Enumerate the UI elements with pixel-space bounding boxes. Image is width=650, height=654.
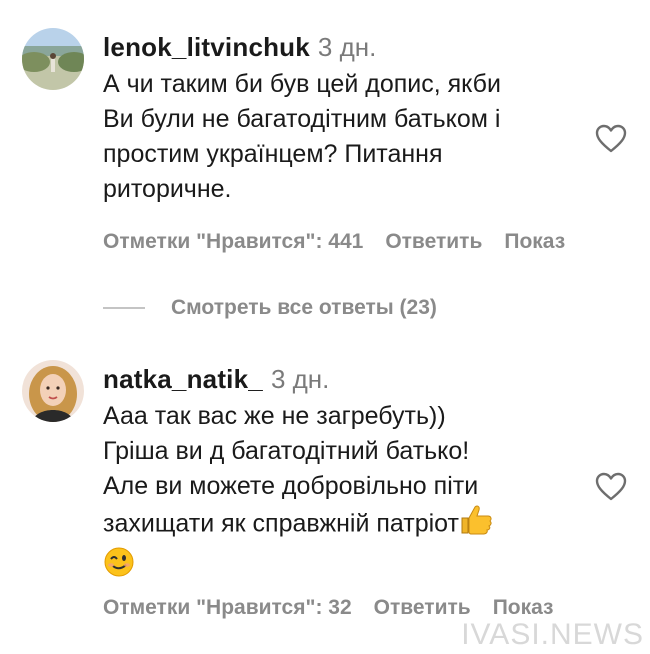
reply-button[interactable]: Ответить (374, 596, 471, 619)
likes-count[interactable]: Отметки "Нравится": 32 (103, 596, 352, 619)
avatar[interactable] (22, 360, 84, 422)
avatar[interactable] (22, 28, 84, 90)
comment-line: Але ви можете добровільно піти (103, 472, 479, 500)
comment-line: А чи таким би був цей допис, якби (103, 70, 501, 98)
heart-icon[interactable] (595, 124, 627, 154)
thumbs-up-emoji-icon (459, 504, 493, 546)
comment-actions: Отметки "Нравится": 32 Ответить Показ (103, 596, 576, 620)
comment-line: Ви були не багатодітним батьком і (103, 105, 501, 133)
timestamp: 3 дн. (317, 32, 377, 62)
view-replies[interactable]: Смотреть все ответы (23) (103, 296, 437, 320)
view-replies-label[interactable]: Смотреть все ответы (23) (171, 296, 437, 320)
comment-text: А чи таким би був цей допис, якби Ви бул… (103, 67, 580, 207)
comment-line: простим українцем? Питання (103, 140, 443, 168)
translate-button[interactable]: Показ (504, 230, 565, 253)
username[interactable]: natka_natik_ (103, 364, 263, 394)
likes-count[interactable]: Отметки "Нравится": 441 (103, 230, 363, 253)
winking-face-emoji-icon (103, 546, 135, 588)
reply-button[interactable]: Ответить (385, 230, 482, 253)
username[interactable]: lenok_litvinchuk (103, 32, 310, 62)
comment-actions: Отметки "Нравится": 441 Ответить Показ (103, 230, 587, 254)
comment-text: Ааа так вас же не загребуть)) Гріша ви д… (103, 399, 580, 588)
comment-line: риторичне. (103, 175, 232, 203)
watermark: IVASI.NEWS (461, 618, 644, 651)
translate-button[interactable]: Показ (493, 596, 554, 619)
comment-line: Ааа так вас же не загребуть)) (103, 402, 446, 430)
timestamp: 3 дн. (270, 364, 330, 394)
heart-icon[interactable] (595, 472, 627, 502)
thread-line (103, 307, 145, 309)
comment-line: захищати як справжній патріот (103, 509, 459, 538)
comment-line: Гріша ви д багатодітний батько! (103, 437, 470, 465)
